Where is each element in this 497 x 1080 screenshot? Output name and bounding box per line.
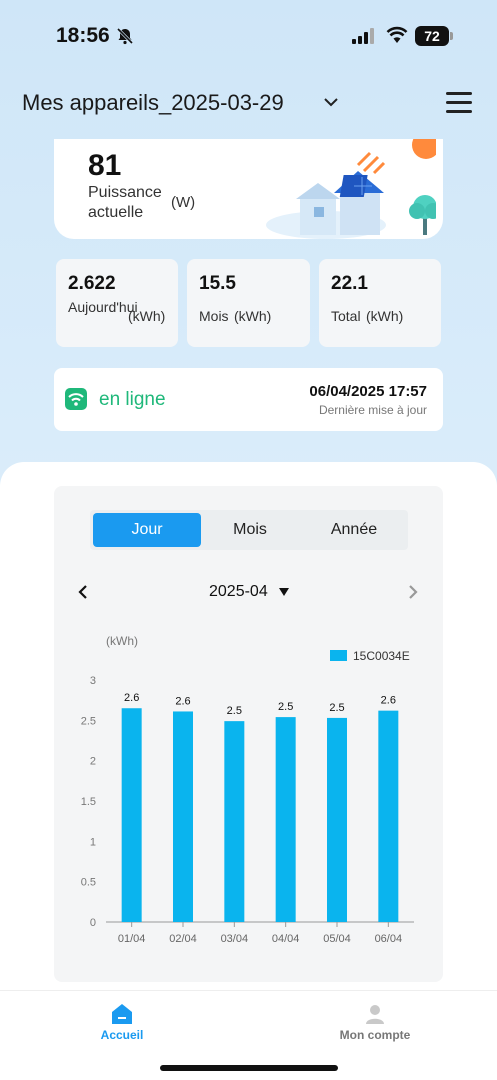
stat-month: 15.5 Mois (kWh) xyxy=(187,259,310,347)
period-tabs: Jour Mois Année xyxy=(90,510,408,550)
stat-today-value: 2.622 xyxy=(68,273,116,294)
status-bar: 18:56 72 xyxy=(0,0,497,72)
stat-today-unit: (kWh) xyxy=(128,308,166,324)
connection-card: en ligne 06/04/2025 17:57 Dernière mise … xyxy=(54,368,443,431)
bell-off-icon xyxy=(116,27,134,45)
y-tick-label: 2.5 xyxy=(81,715,96,727)
bar-data-label: 2.5 xyxy=(329,702,344,714)
x-tick-label: 01/04 xyxy=(118,933,146,945)
y-tick-label: 0.5 xyxy=(81,877,96,889)
chevron-down-icon[interactable] xyxy=(322,95,340,109)
y-tick-label: 1 xyxy=(90,836,96,848)
x-tick-label: 05/04 xyxy=(323,933,351,945)
bar-data-label: 2.6 xyxy=(175,695,190,707)
stat-month-unit: (kWh) xyxy=(234,308,272,324)
x-tick-label: 06/04 xyxy=(375,933,403,945)
bar xyxy=(173,711,193,922)
y-axis-label: (kWh) xyxy=(106,634,138,648)
menu-icon[interactable] xyxy=(446,92,472,114)
legend-label: 15C0034E xyxy=(353,649,410,663)
battery-level: 72 xyxy=(424,28,440,44)
power-value: 81 xyxy=(88,149,122,182)
wifi-icon xyxy=(386,26,408,43)
bar xyxy=(327,717,347,922)
home-indicator xyxy=(160,1065,338,1071)
chevron-left-icon[interactable] xyxy=(76,584,90,600)
user-icon[interactable] xyxy=(364,1003,386,1025)
stat-total-label: Total xyxy=(331,308,361,324)
connection-status: en ligne xyxy=(99,389,166,410)
y-tick-label: 3 xyxy=(90,675,96,687)
nav-home-label[interactable]: Accueil xyxy=(96,1028,148,1042)
legend-swatch xyxy=(330,650,347,661)
y-tick-label: 1.5 xyxy=(81,796,96,808)
bar-data-label: 2.6 xyxy=(381,695,396,707)
bar xyxy=(121,708,142,922)
signal-icon xyxy=(352,28,374,44)
battery-tip xyxy=(450,32,453,40)
bar xyxy=(275,717,296,922)
battery-icon: 72 xyxy=(415,26,449,46)
y-tick-label: 0 xyxy=(90,917,96,929)
date-selector[interactable]: 2025-04 xyxy=(209,583,268,601)
stat-today: 2.622 Aujourd'hui (kWh) xyxy=(56,259,178,347)
x-tick-label: 04/04 xyxy=(272,933,300,945)
status-time: 18:56 xyxy=(56,24,110,47)
chevron-right-icon[interactable] xyxy=(406,584,420,600)
nav-account-label[interactable]: Mon compte xyxy=(334,1028,416,1042)
tab-month[interactable]: Mois xyxy=(198,513,302,547)
bar-data-label: 2.5 xyxy=(227,705,242,717)
bar-data-label: 2.6 xyxy=(124,692,139,704)
stat-total-value: 22.1 xyxy=(331,273,368,294)
last-update-time: 06/04/2025 17:57 xyxy=(309,383,427,400)
power-unit: (W) xyxy=(171,194,196,211)
caret-down-icon[interactable] xyxy=(279,588,289,596)
page-title[interactable]: Mes appareils_2025-03-29 xyxy=(22,90,284,116)
stat-today-label: Aujourd'hui xyxy=(68,299,138,315)
energy-bar-chart: (kWh) 15C0034E 0 0.5 1 1.5 2 2.5 3 2.6 01/04 2.6 02/… xyxy=(81,634,414,945)
stat-total: 22.1 Total (kWh) xyxy=(319,259,441,347)
bar-data-label: 2.5 xyxy=(278,701,293,713)
bar xyxy=(378,710,399,922)
power-label: Puissance actuelle xyxy=(88,184,162,221)
tab-day[interactable]: Jour xyxy=(93,513,201,547)
stat-total-unit: (kWh) xyxy=(366,308,404,324)
stat-month-value: 15.5 xyxy=(199,273,236,294)
bar xyxy=(224,721,245,922)
tab-year[interactable]: Année xyxy=(302,513,406,547)
x-tick-label: 02/04 xyxy=(169,933,197,945)
wifi-icon xyxy=(65,388,87,410)
x-tick-label: 03/04 xyxy=(221,933,249,945)
stat-month-label: Mois xyxy=(199,308,229,324)
home-icon[interactable] xyxy=(111,1003,133,1025)
last-update-label: Dernière mise à jour xyxy=(318,403,427,417)
solar-house-illustration xyxy=(266,139,436,239)
y-tick-label: 2 xyxy=(90,756,96,768)
power-card: 81 Puissance actuelle (W) xyxy=(54,139,443,239)
